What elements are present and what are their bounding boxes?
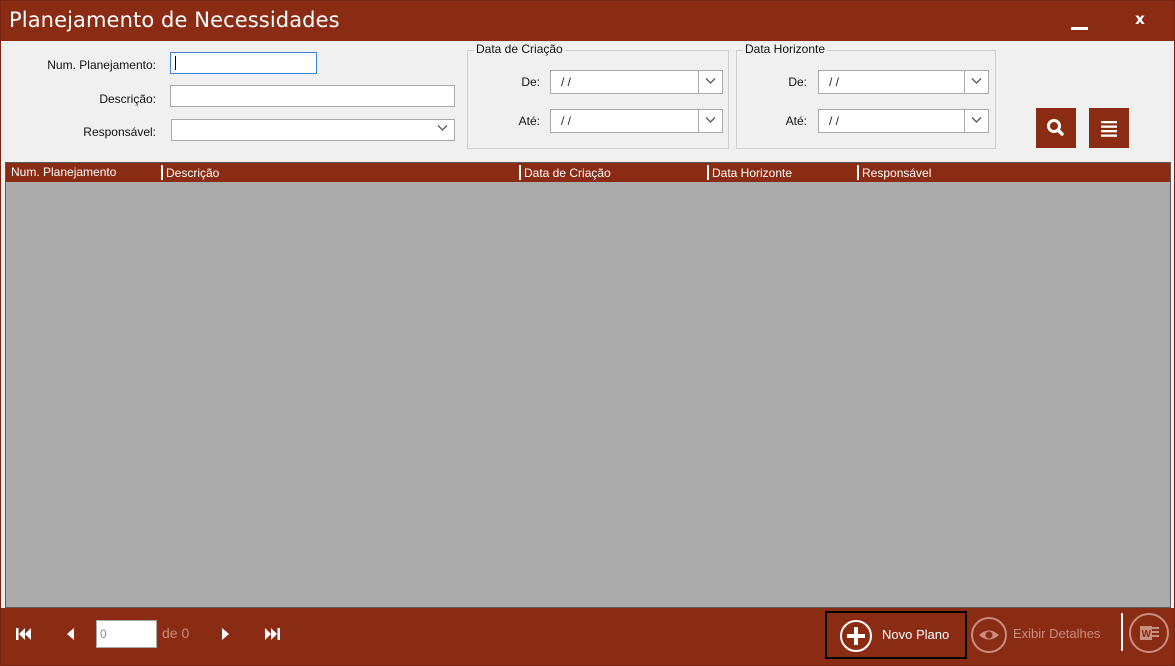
last-page-button[interactable] [263,627,281,644]
column-header-data-horizonte[interactable]: Data Horizonte [707,165,792,180]
horizonte-de-label: De: [788,75,807,89]
first-page-icon [16,628,31,640]
descricao-label: Descrição: [99,92,156,106]
next-page-icon [222,628,229,640]
planning-table[interactable]: Num. Planejamento Descrição Data de Cria… [5,162,1171,608]
next-page-button[interactable] [219,627,231,644]
criacao-ate-label: Até: [518,114,540,128]
horizonte-ate-label: Até: [785,114,807,128]
eye-circle-icon [971,617,1007,653]
svg-text:W: W [1142,629,1152,640]
column-header-responsavel[interactable]: Responsável [857,165,931,180]
data-criacao-group: Data de Criação De: / / Até: / / [467,42,729,149]
data-horizonte-group: Data Horizonte De: / / Até: / / [736,42,996,149]
filter-panel: Num. Planejamento: Descrição: Responsáve… [1,41,1174,159]
criacao-de-date[interactable]: / / [550,70,723,94]
table-header: Num. Planejamento Descrição Data de Cria… [6,163,1170,182]
last-page-icon [265,628,280,640]
responsavel-select[interactable] [171,119,455,141]
data-criacao-title: Data de Criação [474,42,565,56]
calendar-dropdown-icon[interactable] [698,110,722,132]
column-header-data-criacao[interactable]: Data de Criação [519,165,611,180]
plus-circle-icon [840,620,872,652]
column-header-num-planejamento[interactable]: Num. Planejamento [11,165,116,179]
minimize-icon [1071,27,1088,30]
window-title: Planejamento de Necessidades [9,8,340,32]
title-bar: Planejamento de Necessidades x [1,1,1174,41]
first-page-button[interactable] [15,627,33,644]
export-word-button[interactable]: W [1128,612,1170,654]
horizonte-ate-date[interactable]: / / [818,109,989,133]
calendar-dropdown-icon[interactable] [698,71,722,93]
list-button[interactable] [1089,108,1129,148]
criacao-ate-date[interactable]: / / [550,109,723,133]
close-button[interactable]: x [1125,7,1155,35]
exibir-detalhes-button[interactable]: Exibir Detalhes [970,612,1113,656]
word-export-icon: W [1129,613,1169,653]
exibir-detalhes-label: Exibir Detalhes [1013,626,1101,641]
novo-plano-button[interactable]: Novo Plano [825,611,967,659]
previous-page-icon [67,628,74,640]
horizonte-de-date[interactable]: / / [818,70,989,94]
num-planejamento-label: Num. Planejamento: [47,58,156,72]
chevron-down-icon [437,123,448,135]
column-header-descricao[interactable]: Descrição [161,165,219,180]
search-icon [1047,119,1064,136]
minimize-button[interactable] [1063,7,1093,35]
responsavel-label: Responsável: [83,125,156,139]
data-horizonte-title: Data Horizonte [743,42,828,56]
main-window: Planejamento de Necessidades x Num. Plan… [0,0,1175,666]
page-count-label: de 0 [162,625,190,641]
text-caret [175,56,176,70]
criacao-de-label: De: [521,75,540,89]
previous-page-button[interactable] [65,627,77,644]
search-button[interactable] [1036,108,1076,148]
calendar-dropdown-icon[interactable] [964,110,988,132]
page-number-input[interactable]: 0 [96,620,157,648]
pagination-footer: 0 de 0 Novo Plano Exibir Detalhes W [1,608,1174,665]
calendar-dropdown-icon[interactable] [964,71,988,93]
menu-list-icon [1101,121,1117,137]
descricao-input[interactable] [170,85,455,107]
novo-plano-label: Novo Plano [882,627,950,642]
num-planejamento-input[interactable] [170,52,317,74]
footer-divider [1121,613,1123,651]
